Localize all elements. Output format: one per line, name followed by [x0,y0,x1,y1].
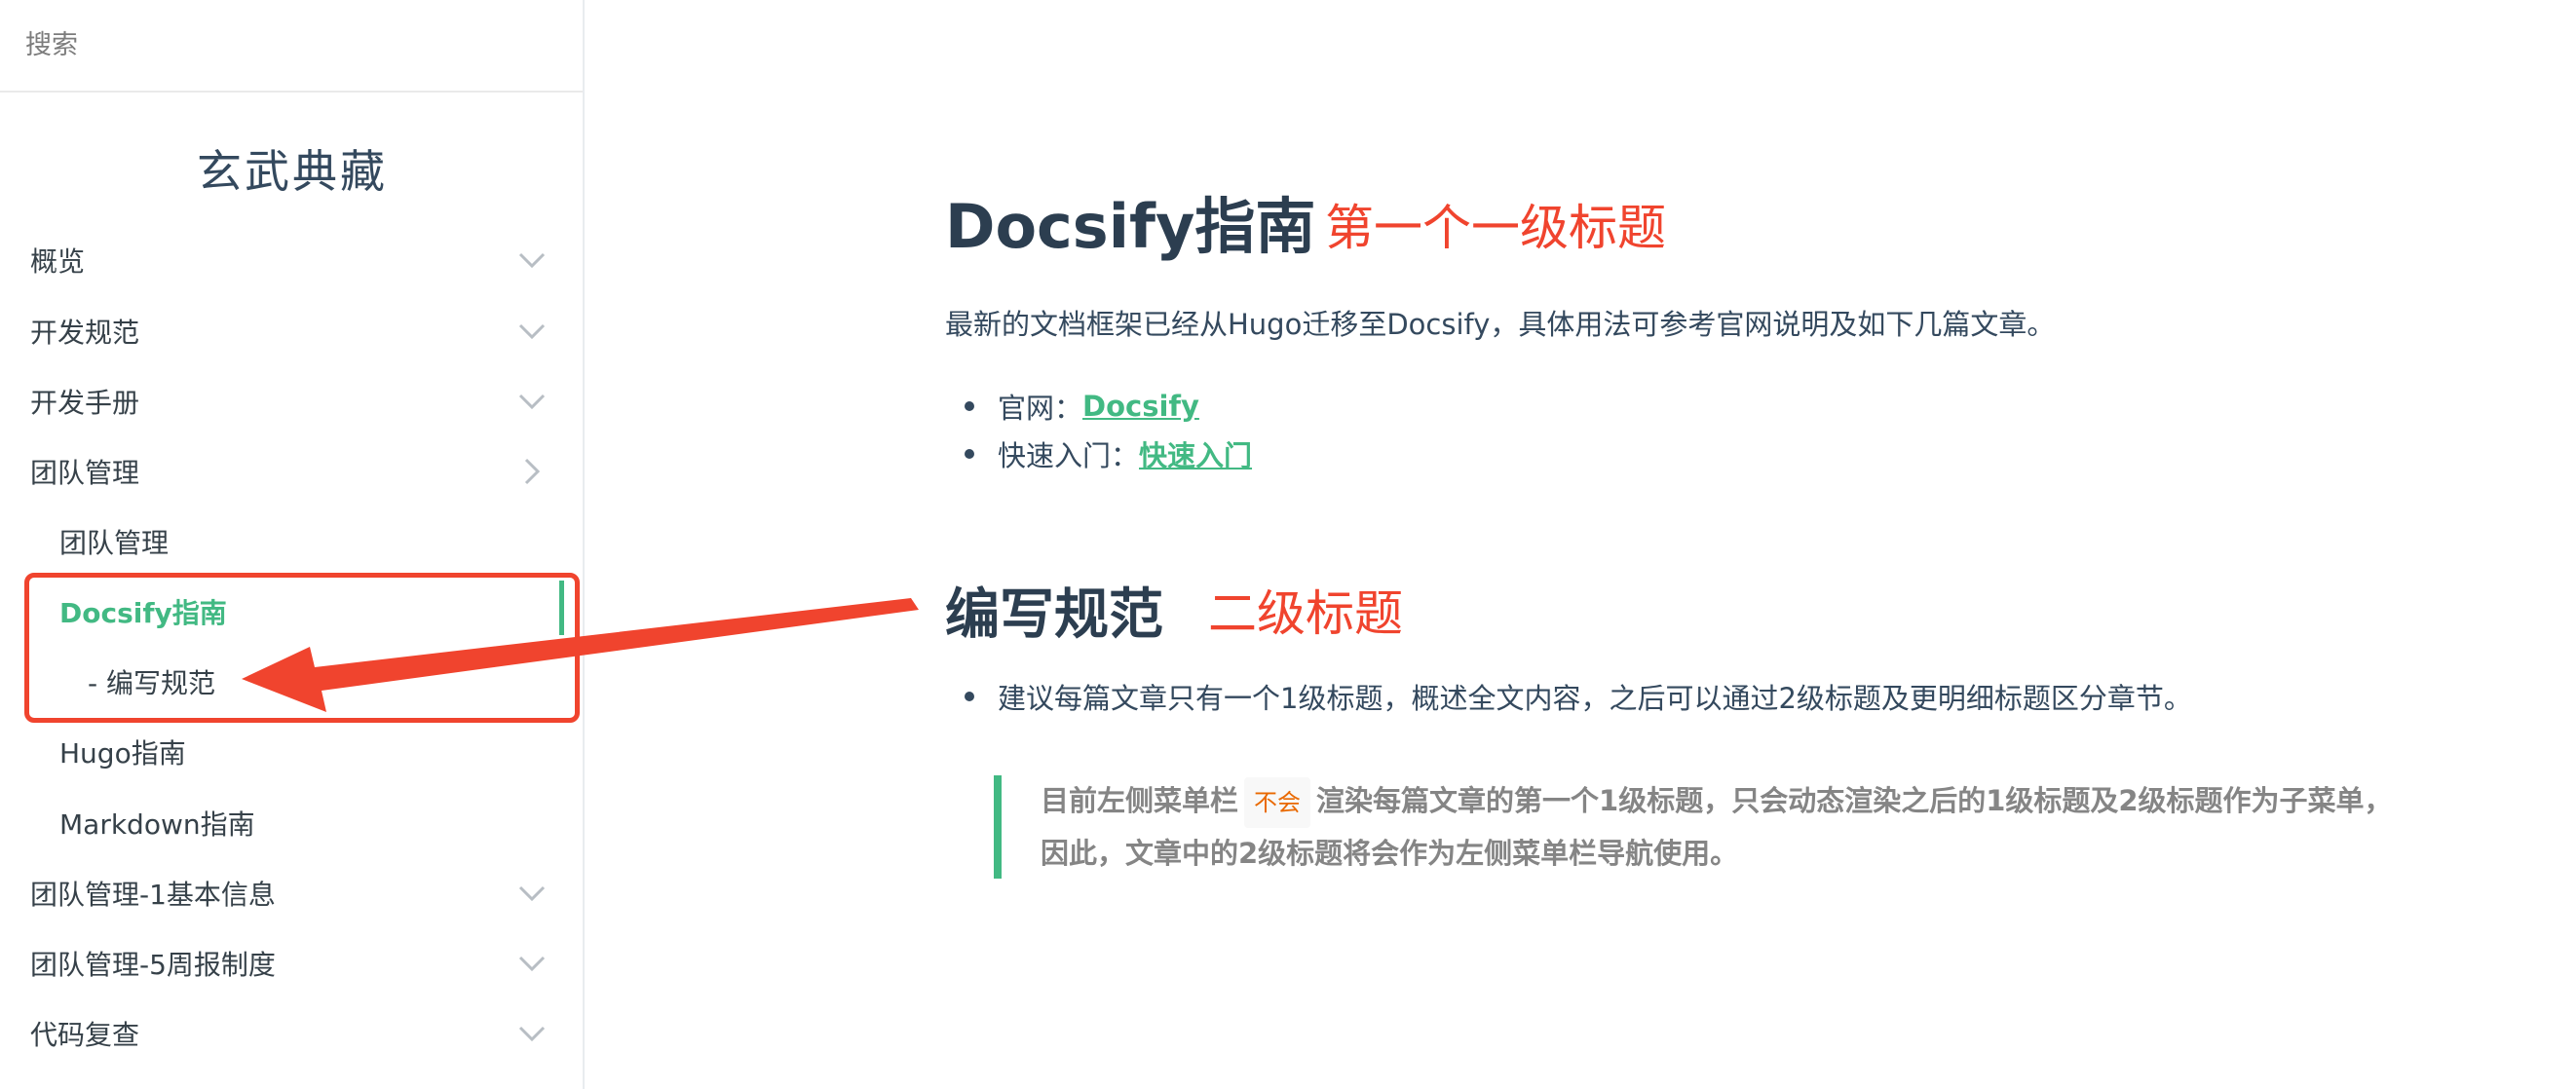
sidebar-item-overview[interactable]: 概览 [0,231,585,289]
h1-annotation: 第一个一级标题 [1325,200,1666,256]
bullet-dot [965,401,974,411]
blockquote: 目前左侧菜单栏 不会 渲染每篇文章的第一个1级标题，只会动态渲染之后的1级标题及2级… [994,775,2494,879]
sidebar-item-team-management[interactable]: 团队管理 [0,442,585,501]
search-input[interactable] [25,30,551,60]
bullet-dot [965,449,974,459]
blockquote-line: 目前左侧菜单栏 不会 渲染每篇文章的第一个1级标题，只会动态渲染之后的1级标题及2级… [1041,775,2494,828]
section-heading: 编写规范 [945,583,1163,647]
page: 玄武典藏 概览 开发规范 开发手册 团队管理 团队管理 Docsify指南 - … [0,0,2576,1089]
chevron-down-icon[interactable] [514,876,549,911]
blockquote-text: 目前左侧菜单栏 [1041,784,1239,817]
sidebar-item-label: 团队管理-1基本信息 [30,879,276,911]
sidebar-item-dev-standards[interactable]: 开发规范 [0,302,585,360]
sidebar-item-label: 概览 [30,245,86,278]
link-prefix: 快速入门： [998,439,1140,472]
sidebar-item-team-basic-info[interactable]: 团队管理-1基本信息 [0,864,585,922]
sidebar: 玄武典藏 概览 开发规范 开发手册 团队管理 团队管理 Docsify指南 - … [0,0,585,1089]
blockquote-line: 因此，文章中的2级标题将会作为左侧菜单栏导航使用。 [1041,837,1739,870]
sidebar-item-label: 代码复查 [30,1019,140,1051]
chevron-down-icon[interactable] [514,384,549,419]
search-box[interactable] [0,0,583,93]
annotation-highlight-box [24,573,580,723]
sidebar-item-label: Hugo指南 [59,737,186,770]
chevron-down-icon[interactable] [514,314,549,349]
intro-paragraph: 最新的文档框架已经从Hugo迁移至Docsify，具体用法可参考官网说明及如下几… [945,308,2056,341]
blockquote-text: 渲染每篇文章的第一个1级标题，只会动态渲染之后的1级标题及2级标题作为子菜单， [1316,784,2393,817]
sidebar-item-code-review[interactable]: 代码复查 [0,1004,585,1063]
sidebar-item-dev-manual[interactable]: 开发手册 [0,372,585,431]
sidebar-item-label: Markdown指南 [59,808,255,841]
chevron-down-icon[interactable] [514,243,549,278]
sidebar-item-label: 团队管理 [30,457,140,489]
list-item: 快速入门： 快速入门 [945,433,1252,474]
sidebar-subitem-team-management[interactable]: 团队管理 [0,512,585,571]
inline-code: 不会 [1244,777,1311,828]
chevron-right-icon[interactable] [514,454,549,489]
list-item: 官网： Docsify [945,386,1199,427]
sidebar-subitem-markdown-guide[interactable]: Markdown指南 [0,794,585,852]
quickstart-link[interactable]: 快速入门 [1139,433,1252,474]
list-item-text: 建议每篇文章只有一个1级标题，概述全文内容，之后可以通过2级标题及更明细标题区分… [998,682,2192,715]
link-prefix: 官网： [998,392,1083,425]
page-title: Docsify指南 [945,191,1316,262]
sidebar-item-label: 开发手册 [30,387,140,419]
list-item: 建议每篇文章只有一个1级标题，概述全文内容，之后可以通过2级标题及更明细标题区分… [945,676,2192,717]
sidebar-subitem-hugo-guide[interactable]: Hugo指南 [0,723,585,781]
sidebar-item-team-weekly-report[interactable]: 团队管理-5周报制度 [0,934,585,993]
h2-annotation: 二级标题 [1208,585,1403,642]
bullet-dot [965,692,974,701]
docsify-link[interactable]: Docsify [1082,390,1199,423]
sidebar-item-label: 开发规范 [30,317,140,349]
sidebar-item-label: 团队管理-5周报制度 [30,949,276,981]
app-name[interactable]: 玄武典藏 [0,136,585,201]
chevron-down-icon[interactable] [514,946,549,981]
chevron-down-icon[interactable] [514,1016,549,1051]
sidebar-item-label: 团队管理 [59,527,170,559]
